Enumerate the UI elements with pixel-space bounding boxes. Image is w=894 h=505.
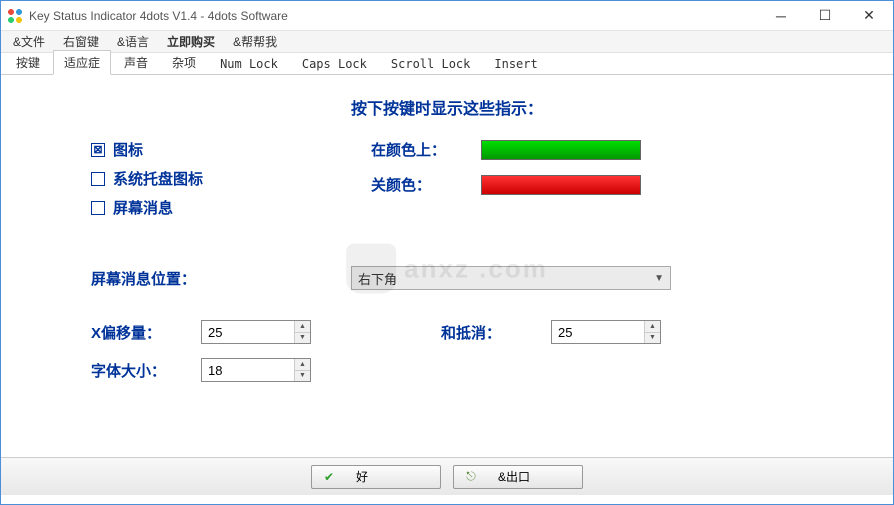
exit-icon: ⎋ bbox=[464, 470, 478, 484]
position-value: 右下角 bbox=[358, 269, 397, 288]
checkbox-label: 屏幕消息 bbox=[113, 197, 173, 218]
menu-lang[interactable]: &语言 bbox=[109, 31, 157, 52]
x-offset-label: X偏移量： bbox=[91, 322, 201, 343]
on-color-row: 在颜色上： bbox=[371, 139, 853, 160]
offset-row-1: X偏移量： 25 ▲ ▼ 和抵消： 25 ▲ ▼ bbox=[91, 320, 853, 344]
position-row: 屏幕消息位置： 右下角 ▼ bbox=[91, 226, 853, 290]
y-offset-value: 25 bbox=[552, 325, 644, 340]
tab-indications[interactable]: 适应症 bbox=[53, 50, 111, 75]
y-offset-spinner[interactable]: 25 ▲ ▼ bbox=[551, 320, 661, 344]
ok-button-label: 好 bbox=[356, 468, 368, 485]
spinner-up-icon[interactable]: ▲ bbox=[295, 321, 310, 333]
checkbox-label: 图标 bbox=[113, 139, 143, 160]
spinner-down-icon[interactable]: ▼ bbox=[295, 333, 310, 344]
titlebar: Key Status Indicator 4dots V1.4 - 4dots … bbox=[1, 1, 893, 31]
menu-rightwin[interactable]: 右窗键 bbox=[55, 31, 107, 52]
chevron-down-icon: ▼ bbox=[654, 273, 664, 284]
checkbox-box-icon bbox=[91, 172, 105, 186]
checkbox-box-icon bbox=[91, 201, 105, 215]
font-size-label: 字体大小： bbox=[91, 360, 201, 381]
window-title: Key Status Indicator 4dots V1.4 - 4dots … bbox=[29, 9, 759, 23]
font-size-spinner[interactable]: 18 ▲ ▼ bbox=[201, 358, 311, 382]
checkbox-icon[interactable]: ⊠ 图标 bbox=[91, 139, 351, 160]
color-group: 在颜色上： 关颜色： bbox=[371, 139, 853, 195]
tab-misc[interactable]: 杂项 bbox=[161, 50, 207, 74]
window-controls: ─ ☐ ✕ bbox=[759, 2, 891, 30]
tab-numlock[interactable]: Num Lock bbox=[209, 53, 289, 74]
maximize-button[interactable]: ☐ bbox=[803, 2, 847, 30]
x-offset-spinner[interactable]: 25 ▲ ▼ bbox=[201, 320, 311, 344]
off-color-label: 关颜色： bbox=[371, 174, 481, 195]
checkbox-tray[interactable]: 系统托盘图标 bbox=[91, 168, 351, 189]
bottom-bar: ✔ 好 ⎋ &出口 bbox=[1, 457, 893, 495]
checkbox-label: 系统托盘图标 bbox=[113, 168, 203, 189]
tab-sound[interactable]: 声音 bbox=[113, 50, 159, 74]
section-heading: 按下按键时显示这些指示： bbox=[41, 95, 853, 119]
on-color-swatch[interactable] bbox=[481, 140, 641, 160]
tab-content: anxz .com 按下按键时显示这些指示： ⊠ 图标 系统托盘图标 屏幕消息 … bbox=[1, 75, 893, 457]
tab-scrolllock[interactable]: Scroll Lock bbox=[380, 53, 481, 74]
spinner-down-icon[interactable]: ▼ bbox=[295, 371, 310, 382]
ok-button[interactable]: ✔ 好 bbox=[311, 465, 441, 489]
spinner-buttons: ▲ ▼ bbox=[294, 321, 310, 343]
check-icon: ✔ bbox=[322, 470, 336, 484]
spinner-up-icon[interactable]: ▲ bbox=[645, 321, 660, 333]
off-color-row: 关颜色： bbox=[371, 174, 853, 195]
app-icon bbox=[7, 8, 23, 24]
font-size-value: 18 bbox=[202, 363, 294, 378]
tab-insert[interactable]: Insert bbox=[483, 53, 548, 74]
spinner-buttons: ▲ ▼ bbox=[644, 321, 660, 343]
position-label: 屏幕消息位置： bbox=[91, 268, 351, 289]
y-offset-label: 和抵消： bbox=[441, 322, 551, 343]
menu-help[interactable]: &帮帮我 bbox=[225, 31, 285, 52]
exit-button[interactable]: ⎋ &出口 bbox=[453, 465, 583, 489]
close-button[interactable]: ✕ bbox=[847, 2, 891, 30]
position-combobox[interactable]: 右下角 ▼ bbox=[351, 266, 671, 290]
spinner-buttons: ▲ ▼ bbox=[294, 359, 310, 381]
tab-capslock[interactable]: Caps Lock bbox=[291, 53, 378, 74]
tab-keys[interactable]: 按键 bbox=[5, 50, 51, 74]
minimize-button[interactable]: ─ bbox=[759, 2, 803, 30]
menu-file[interactable]: &文件 bbox=[5, 31, 53, 52]
spinner-up-icon[interactable]: ▲ bbox=[295, 359, 310, 371]
tabbar: 按键 适应症 声音 杂项 Num Lock Caps Lock Scroll L… bbox=[1, 53, 893, 75]
spinner-down-icon[interactable]: ▼ bbox=[645, 333, 660, 344]
checkbox-group: ⊠ 图标 系统托盘图标 屏幕消息 bbox=[91, 139, 351, 226]
x-offset-value: 25 bbox=[202, 325, 294, 340]
checkbox-box-icon: ⊠ bbox=[91, 143, 105, 157]
menu-buy[interactable]: 立即购买 bbox=[159, 31, 223, 52]
exit-button-label: &出口 bbox=[498, 468, 530, 485]
off-color-swatch[interactable] bbox=[481, 175, 641, 195]
on-color-label: 在颜色上： bbox=[371, 139, 481, 160]
checkbox-osd[interactable]: 屏幕消息 bbox=[91, 197, 351, 218]
font-size-row: 字体大小： 18 ▲ ▼ bbox=[91, 358, 853, 382]
